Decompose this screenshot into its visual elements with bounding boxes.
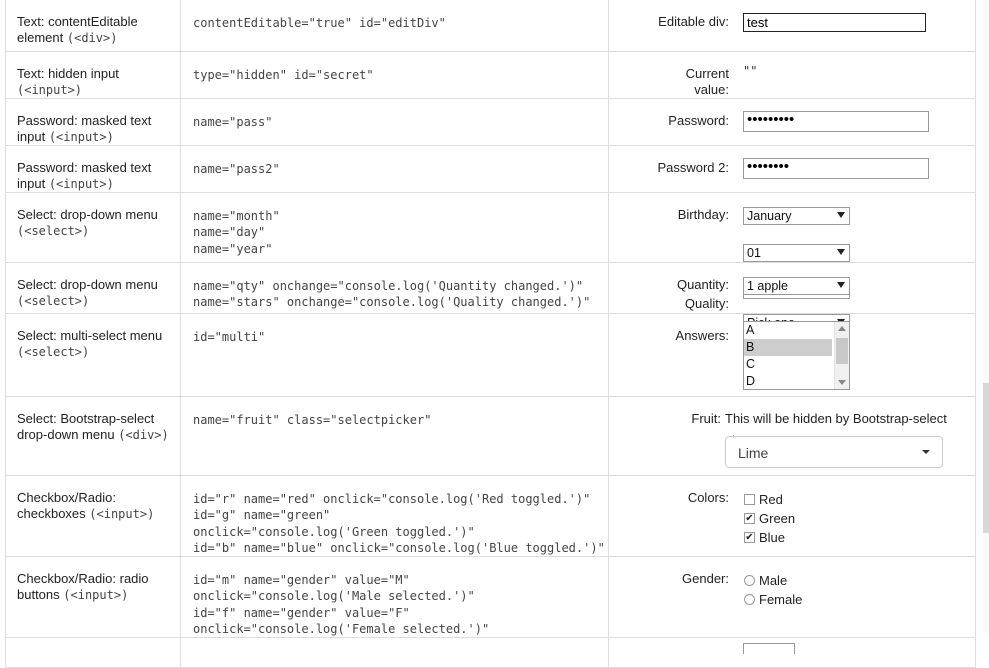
- scroll-down-icon[interactable]: [838, 380, 846, 385]
- row-attributes: id="r" name="red" onclick="console.log('…: [193, 492, 605, 555]
- row-attributes: name="fruit" class="selectpicker": [193, 413, 432, 427]
- radio-circle[interactable]: [744, 594, 755, 606]
- row-attributes: contentEditable="true" id="editDiv": [193, 16, 446, 30]
- row-description: Select: multi-select menu (<select>): [17, 328, 163, 359]
- row-attributes: name="qty" onchange="console.log('Quanti…: [193, 279, 591, 310]
- password2-input[interactable]: ••••••••: [743, 158, 929, 179]
- table-row: Password: masked text input (<input>) na…: [5, 145, 976, 193]
- password2-label: Password 2:: [657, 160, 729, 175]
- fruit-bootstrap-select[interactable]: Lime: [725, 436, 943, 468]
- row-description: Checkbox/Radio: radio buttons (<input>): [17, 571, 149, 603]
- multi-option[interactable]: D: [744, 373, 832, 390]
- caret-down-icon: [922, 450, 930, 454]
- row-attributes: id="multi": [193, 330, 266, 344]
- current-value-label: Current value:: [685, 66, 729, 97]
- radio-circle[interactable]: [744, 575, 755, 587]
- color-checkboxes: Red ✔ Green ✔ Blue: [740, 490, 795, 547]
- checkbox-box[interactable]: [744, 494, 755, 505]
- gender-radios: Male Female: [740, 571, 802, 609]
- chevron-down-icon: [837, 282, 845, 288]
- quantity-label: Quantity:: [676, 277, 729, 292]
- multi-select[interactable]: A B C D: [743, 321, 850, 390]
- scrollbar[interactable]: [834, 322, 849, 389]
- colors-label: Colors:: [687, 490, 729, 505]
- table-row: [5, 637, 976, 668]
- page-scroll-thumb[interactable]: [983, 383, 989, 533]
- row-attributes: name="month" name="day" name="year": [193, 209, 280, 256]
- password-input[interactable]: •••••••••: [743, 111, 929, 132]
- form-elements-table: Text: contentEditable element (<div>) co…: [5, 0, 976, 668]
- table-row: Select: drop-down menu (<select>) name="…: [5, 262, 976, 332]
- answers-label: Answers:: [675, 328, 729, 343]
- row-description: Checkbox/Radio: checkboxes (<input>): [17, 490, 155, 521]
- editable-div-label: Editable div:: [658, 14, 729, 29]
- table-row: Text: hidden input (<input>) type="hidden…: [5, 51, 976, 99]
- quantity-select[interactable]: 1 apple: [743, 277, 850, 295]
- multi-option[interactable]: B: [744, 339, 832, 356]
- row-attributes: id="m" name="gender" value="M" onclick="…: [193, 573, 490, 637]
- quality-label: Quality:: [684, 296, 729, 311]
- day-select[interactable]: 01: [743, 244, 850, 262]
- table-row: Select: multi-select menu (<select>) id=…: [5, 313, 976, 397]
- table-row: Select: Bootstrap-select drop-down menu …: [5, 396, 976, 476]
- radio-male[interactable]: Male: [740, 571, 802, 590]
- editable-div[interactable]: test: [743, 13, 926, 32]
- birthday-label: Birthday:: [677, 207, 729, 222]
- row-description: Select: drop-down menu (<select>): [17, 277, 158, 308]
- multi-option[interactable]: C: [744, 356, 832, 373]
- fruit-label: Fruit:: [691, 411, 721, 426]
- hidden-value: "": [743, 64, 758, 78]
- row-attributes: name="pass": [193, 115, 273, 129]
- row-description: Password: masked text input (<input>): [17, 160, 152, 191]
- table-row: Select: drop-down menu (<select>) name="…: [5, 192, 976, 299]
- row-description: Text: hidden input (<input>): [17, 66, 119, 97]
- table-row: Checkbox/Radio: checkboxes (<input>) id=…: [5, 474, 976, 558]
- gender-label: Gender:: [682, 571, 729, 587]
- checkbox-box[interactable]: ✔: [744, 513, 755, 524]
- checkbox-red[interactable]: Red: [740, 490, 795, 509]
- row-description: Text: contentEditable element (<div>): [17, 14, 138, 45]
- chevron-down-icon: [837, 249, 845, 255]
- page-scrollbar[interactable]: [983, 0, 989, 633]
- checkbox-green[interactable]: ✔ Green: [740, 509, 795, 528]
- table-row: Password: masked text input (<input>) na…: [5, 98, 976, 146]
- scroll-thumb[interactable]: [836, 338, 848, 364]
- multi-option[interactable]: A: [744, 322, 832, 339]
- month-select[interactable]: January: [743, 207, 850, 225]
- next-row-control[interactable]: [743, 643, 795, 655]
- row-description: Select: Bootstrap-select drop-down menu …: [17, 411, 169, 442]
- table-row: Checkbox/Radio: radio buttons (<input>) …: [5, 556, 976, 639]
- scroll-up-icon[interactable]: [838, 326, 846, 331]
- checkbox-box[interactable]: ✔: [744, 532, 755, 543]
- row-attributes: type="hidden" id="secret": [193, 68, 374, 82]
- table-row: Text: contentEditable element (<div>) co…: [5, 0, 976, 52]
- row-attributes: name="pass2": [193, 162, 280, 176]
- checkbox-blue[interactable]: ✔ Blue: [740, 528, 795, 547]
- row-description: Password: masked text input (<input>): [17, 113, 152, 144]
- password-label: Password:: [668, 113, 729, 128]
- row-description: Select: drop-down menu (<select>): [17, 207, 158, 238]
- radio-female[interactable]: Female: [740, 590, 802, 609]
- chevron-down-icon: [837, 212, 845, 218]
